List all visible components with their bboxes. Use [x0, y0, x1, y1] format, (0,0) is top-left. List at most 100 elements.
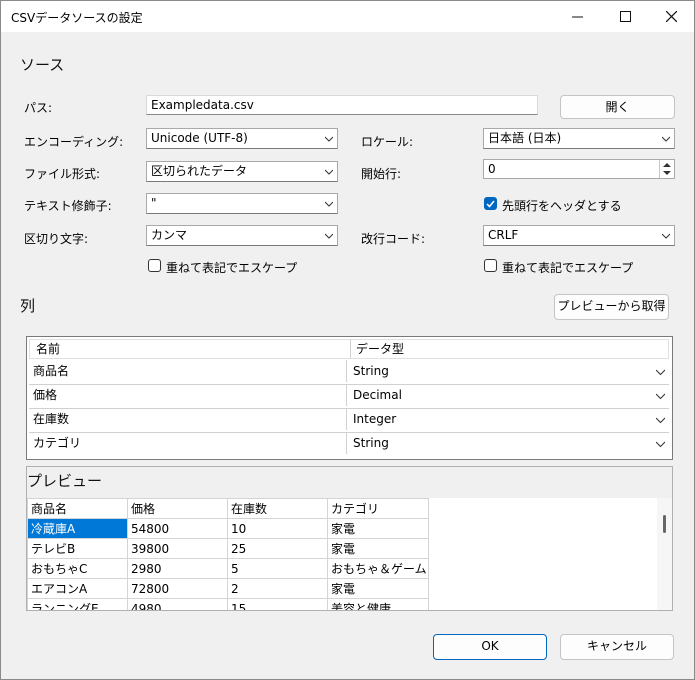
encoding-label: エンコーディング:	[24, 135, 124, 149]
close-button[interactable]	[648, 1, 694, 32]
preview-cell[interactable]: エアコンA	[27, 578, 128, 599]
preview-heading: プレビュー	[27, 472, 103, 490]
header-checkbox-label[interactable]: 先頭行をヘッダとする	[502, 197, 622, 214]
columns-heading: 列	[20, 297, 36, 315]
preview-table: 商品名 価格 在庫数 カテゴリ 冷蔵庫A 54800 10 家電 テレビB 39…	[27, 498, 429, 610]
chevron-down-icon[interactable]	[656, 392, 665, 400]
preview-scrollbar[interactable]	[657, 498, 672, 610]
qualifier-label: テキスト修飾子:	[24, 199, 112, 213]
column-name-cell[interactable]: 在庫数	[29, 408, 347, 430]
cancel-button[interactable]: キャンセル	[560, 634, 674, 660]
path-input[interactable]: Exampledata.csv	[146, 95, 538, 115]
scrollbar-thumb[interactable]	[663, 515, 666, 533]
preview-cell[interactable]: おもちゃC	[27, 558, 128, 579]
delimiter-label: 区切り文字:	[24, 232, 89, 246]
format-value: 区切られたデータ	[151, 164, 248, 178]
title-bar: CSVデータソースの設定	[1, 1, 694, 32]
chevron-down-icon	[662, 233, 670, 239]
preview-header-cell[interactable]: カテゴリ	[327, 498, 429, 519]
preview-cell[interactable]: 美容と健康	[327, 598, 429, 610]
dialog-window: CSVデータソースの設定 ソース パス: Exampledata.csv 開く …	[0, 0, 695, 680]
chevron-down-icon	[325, 233, 333, 239]
maximize-button[interactable]	[602, 1, 648, 32]
chevron-down-icon	[325, 169, 333, 175]
spinner-buttons[interactable]	[659, 160, 674, 178]
preview-cell[interactable]: 2980	[127, 558, 228, 579]
preview-cell[interactable]: 39800	[127, 538, 228, 559]
locale-select[interactable]: 日本語 (日本)	[483, 128, 675, 149]
encoding-value: Unicode (UTF-8)	[151, 131, 248, 145]
minimize-button[interactable]	[554, 1, 600, 32]
source-heading: ソース	[20, 56, 65, 74]
chevron-down-icon[interactable]	[656, 440, 665, 448]
column-name-cell[interactable]: カテゴリ	[29, 432, 347, 454]
chevron-down-icon[interactable]	[656, 368, 665, 376]
column-row[interactable]: カテゴリ String	[29, 432, 669, 456]
window-title: CSVデータソースの設定	[11, 11, 143, 25]
maximize-icon	[619, 11, 631, 22]
check-icon	[486, 200, 495, 208]
start-row-spinner[interactable]: 0	[483, 159, 675, 179]
chevron-down-icon[interactable]	[656, 416, 665, 424]
columns-grid-header: 名前 データ型	[29, 339, 669, 359]
preview-cell[interactable]: 10	[227, 518, 328, 539]
escape-right-label[interactable]: 重ねて表記でエスケープ	[502, 259, 633, 276]
fetch-from-preview-button[interactable]: プレビューから取得	[554, 294, 669, 320]
preview-cell[interactable]: 54800	[127, 518, 228, 539]
preview-row[interactable]: おもちゃC 2980 5 おもちゃ＆ゲーム	[27, 558, 429, 579]
delimiter-value: カンマ	[151, 228, 188, 242]
columns-grid: 名前 データ型 商品名 String 価格 Decimal 在庫数 Intege…	[26, 336, 673, 460]
preview-cell[interactable]: 25	[227, 538, 328, 559]
preview-cell[interactable]: 2	[227, 578, 328, 599]
column-type-cell[interactable]: Decimal	[349, 384, 649, 406]
preview-cell[interactable]: 家電	[327, 538, 429, 559]
column-type-cell[interactable]: Integer	[349, 408, 649, 430]
format-select[interactable]: 区切られたデータ	[146, 161, 338, 182]
column-name-cell[interactable]: 商品名	[29, 360, 347, 382]
column-name-cell[interactable]: 価格	[29, 384, 347, 406]
preview-cell[interactable]: 家電	[327, 578, 429, 599]
preview-header-cell[interactable]: 商品名	[27, 498, 128, 519]
newline-select[interactable]: CRLF	[483, 225, 675, 246]
preview-cell[interactable]: 15	[227, 598, 328, 610]
header-checkbox[interactable]	[484, 197, 497, 210]
escape-checkbox-right[interactable]	[484, 259, 497, 272]
preview-cell[interactable]: 4980	[127, 598, 228, 610]
preview-row[interactable]: エアコンA 72800 2 家電	[27, 578, 429, 599]
chevron-down-icon	[325, 136, 333, 142]
preview-cell[interactable]: 家電	[327, 518, 429, 539]
column-row[interactable]: 商品名 String	[29, 360, 669, 385]
locale-label: ロケール:	[361, 135, 414, 149]
preview-cell[interactable]: 5	[227, 558, 328, 579]
escape-checkbox-left[interactable]	[148, 259, 161, 272]
column-row[interactable]: 在庫数 Integer	[29, 408, 669, 433]
preview-grid: 商品名 価格 在庫数 カテゴリ 冷蔵庫A 54800 10 家電 テレビB 39…	[27, 498, 657, 610]
preview-header-cell[interactable]: 価格	[127, 498, 228, 519]
preview-cell[interactable]: ランニングE	[27, 598, 128, 610]
path-label: パス:	[24, 101, 53, 115]
preview-cell[interactable]: 72800	[127, 578, 228, 599]
column-header-name: 名前	[36, 342, 61, 356]
preview-cell[interactable]: テレビB	[27, 538, 128, 559]
delimiter-select[interactable]: カンマ	[146, 225, 338, 246]
preview-cell[interactable]: おもちゃ＆ゲーム	[327, 558, 429, 579]
preview-header-cell[interactable]: 在庫数	[227, 498, 328, 519]
column-type-cell[interactable]: String	[349, 360, 649, 382]
escape-left-label[interactable]: 重ねて表記でエスケープ	[166, 259, 297, 276]
preview-row[interactable]: ランニングE 4980 15 美容と健康	[27, 598, 429, 610]
chevron-down-icon	[662, 136, 670, 142]
open-button[interactable]: 開く	[560, 95, 675, 119]
column-row[interactable]: 価格 Decimal	[29, 384, 669, 409]
spin-up-icon[interactable]	[663, 162, 671, 168]
preview-row[interactable]: テレビB 39800 25 家電	[27, 538, 429, 559]
start-row-label: 開始行:	[361, 167, 402, 181]
ok-button[interactable]: OK	[433, 634, 547, 660]
spin-down-icon[interactable]	[663, 170, 671, 176]
encoding-select[interactable]: Unicode (UTF-8)	[146, 128, 338, 149]
close-icon	[665, 11, 677, 22]
qualifier-select[interactable]: "	[146, 193, 338, 214]
locale-value: 日本語 (日本)	[488, 131, 562, 145]
preview-row[interactable]: 冷蔵庫A 54800 10 家電	[27, 518, 429, 539]
preview-cell-selected[interactable]: 冷蔵庫A	[27, 518, 128, 539]
column-type-cell[interactable]: String	[349, 432, 649, 454]
